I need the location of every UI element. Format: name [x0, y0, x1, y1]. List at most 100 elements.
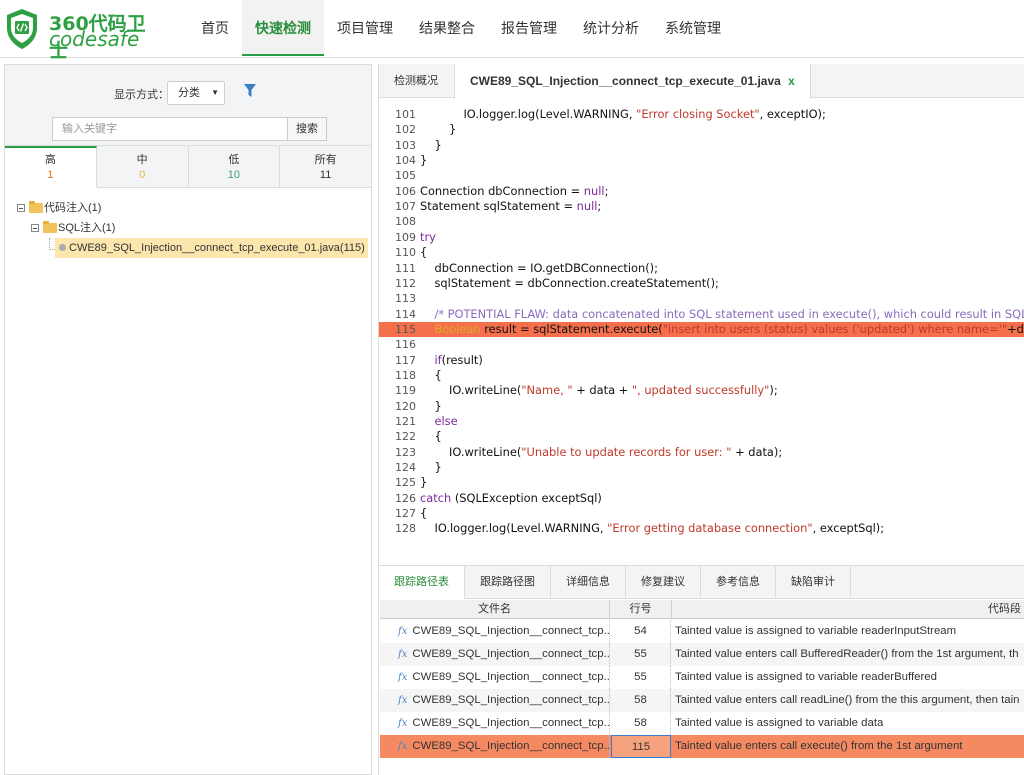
cell-file-text: CWE89_SQL_Injection__connect_tcp... [412, 648, 610, 660]
column-header-line[interactable]: 行号 [610, 600, 672, 619]
cell-file: fx CWE89_SQL_Injection__connect_tcp... [380, 712, 610, 735]
severity-tab-1[interactable]: 中0 [97, 146, 189, 187]
code-line: 104} [379, 153, 1024, 168]
main-nav: 首页 快速检测 项目管理 结果整合 报告管理 统计分析 系统管理 [188, 0, 734, 56]
line-number: 101 [395, 108, 416, 121]
cell-file: fx CWE89_SQL_Injection__connect_tcp... [380, 643, 610, 666]
code-text: } [420, 460, 442, 475]
severity-tab-count: 10 [227, 169, 240, 181]
code-text: { [420, 506, 428, 521]
nav-item-3[interactable]: 结果整合 [406, 0, 488, 56]
line-number: 127 [395, 507, 416, 521]
severity-tab-count: 0 [139, 169, 146, 181]
cell-file: fx CWE89_SQL_Injection__connect_tcp... [380, 689, 610, 712]
code-line: 117 if(result) [379, 353, 1024, 368]
code-text: IO.writeLine("Name, " + data + ", update… [420, 383, 778, 398]
code-text: if(result) [434, 352, 483, 367]
column-header-snippet[interactable]: 代码段 [672, 600, 1024, 619]
line-number: 117 [395, 353, 416, 367]
code-line: 102 } [379, 122, 1024, 137]
detail-tab-2[interactable]: 详细信息 [551, 566, 626, 599]
tab-source-file-label: CWE89_SQL_Injection__connect_tcp_execute… [470, 74, 781, 88]
tab-overview[interactable]: 检测概况 [379, 64, 453, 98]
table-row[interactable]: fx CWE89_SQL_Injection__connect_tcp... 58 T… [380, 689, 1024, 712]
detail-tab-3[interactable]: 修复建议 [626, 566, 701, 599]
display-mode-label: 显示方式： [114, 89, 169, 101]
tab-source-file[interactable]: CWE89_SQL_Injection__connect_tcp_execute… [454, 64, 811, 99]
brand-logo[interactable]: 360代码卫士 codesafe [5, 8, 155, 62]
nav-item-6[interactable]: 系统管理 [652, 0, 734, 56]
detail-tab-4[interactable]: 参考信息 [701, 566, 776, 599]
line-number: 112 [395, 276, 416, 290]
collapse-toggle-icon[interactable] [31, 224, 39, 232]
cell-line: 55 [611, 643, 671, 666]
column-header-file[interactable]: 文件名 [380, 600, 610, 619]
source-viewer-panel: 检测概况 CWE89_SQL_Injection__connect_tcp_ex… [378, 64, 1024, 775]
display-mode-value: 分类 [178, 87, 200, 99]
tree-node-label: 代码注入(1) [44, 202, 102, 214]
code-line: 107 Statement sqlStatement = null; [379, 199, 1024, 214]
function-icon: fx [398, 626, 408, 637]
nav-item-0[interactable]: 首页 [188, 0, 242, 56]
code-text: Boolean result = sqlStatement.execute("i… [434, 321, 1024, 336]
defect-dot-icon [59, 244, 66, 251]
severity-tab-name: 高 [44, 154, 56, 166]
filter-icon[interactable] [244, 84, 256, 98]
code-text: else [434, 414, 458, 428]
severity-tab-3[interactable]: 所有 11 [280, 146, 371, 187]
nav-item-1[interactable]: 快速检测 [242, 0, 324, 56]
search-button[interactable]: 搜索 [287, 117, 327, 141]
tree-leaf-defect[interactable]: CWE89_SQL_Injection__connect_tcp_execute… [5, 238, 371, 258]
function-icon: fx [398, 695, 408, 706]
code-line: 110 { [379, 245, 1024, 260]
line-number: 106 [395, 184, 416, 198]
code-text: { [420, 245, 428, 260]
collapse-toggle-icon[interactable] [17, 204, 25, 212]
code-text: } [420, 137, 442, 152]
table-row[interactable]: fx CWE89_SQL_Injection__connect_tcp... 115… [380, 735, 1024, 758]
shield-logo-icon [7, 9, 37, 49]
tree-node-code-injection[interactable]: 代码注入(1) [5, 198, 371, 218]
code-text: { [420, 429, 442, 444]
line-number: 109 [395, 230, 416, 244]
line-number: 113 [395, 292, 416, 306]
cell-file-text: CWE89_SQL_Injection__connect_tcp... [412, 694, 610, 706]
code-text: } [420, 122, 457, 137]
code-text: /* POTENTIAL FLAW: data concatenated int… [434, 306, 1024, 321]
severity-tab-2[interactable]: 低 10 [189, 146, 281, 187]
selected-defect-item[interactable]: CWE89_SQL_Injection__connect_tcp_execute… [55, 238, 368, 258]
keyword-search-input[interactable]: 输入关键字 [52, 117, 288, 141]
table-row[interactable]: fx CWE89_SQL_Injection__connect_tcp... 54 T… [380, 620, 1024, 643]
code-line: 115 Boolean result = sqlStatement.execut… [379, 321, 1024, 338]
code-text: Connection dbConnection = null; [420, 183, 609, 198]
detail-tab-1[interactable]: 跟踪路径图 [465, 566, 551, 599]
display-mode-select[interactable]: 分类 ▼ [167, 81, 225, 105]
cell-snippet: Tainted value enters call readLine() fro… [675, 694, 1020, 706]
code-line: 109 try [379, 230, 1024, 245]
code-line: 116 [379, 337, 1024, 352]
close-tab-icon[interactable]: x [788, 74, 795, 88]
filter-toolbar: 显示方式： 分类 ▼ 输入关键字 搜索 [5, 65, 371, 146]
nav-item-2[interactable]: 项目管理 [324, 0, 406, 56]
code-line: 123 IO.writeLine("Unable to update recor… [379, 445, 1024, 460]
line-number: 128 [395, 522, 416, 536]
table-row[interactable]: fx CWE89_SQL_Injection__connect_tcp... 58 T… [380, 712, 1024, 735]
table-row[interactable]: fx CWE89_SQL_Injection__connect_tcp... 55 T… [380, 643, 1024, 666]
code-line: 103 } [379, 138, 1024, 153]
nav-item-4[interactable]: 报告管理 [488, 0, 570, 56]
code-line: 101 IO.logger.log(Level.WARNING, "Error … [379, 107, 1024, 122]
detail-tab-5[interactable]: 缺陷审计 [776, 566, 851, 599]
code-text: { [420, 367, 442, 382]
severity-tab-name: 低 [228, 154, 240, 166]
nav-item-5[interactable]: 统计分析 [570, 0, 652, 56]
detail-tab-0[interactable]: 跟踪路径表 [379, 566, 465, 599]
line-number: 107 [395, 200, 416, 214]
code-text: IO.logger.log(Level.WARNING, "Error gett… [420, 521, 885, 536]
tree-leaf-label: CWE89_SQL_Injection__connect_tcp_execute… [69, 242, 365, 254]
cell-file: fx CWE89_SQL_Injection__connect_tcp... [380, 620, 610, 643]
severity-tab-0[interactable]: 高1 [5, 146, 97, 188]
defect-tree-panel: 显示方式： 分类 ▼ 输入关键字 搜索 高 1 中 0 低 10 所有 11 代码注入(1) … [4, 64, 372, 775]
cell-snippet: Tainted value enters call execute() from… [675, 740, 963, 752]
table-row[interactable]: fx CWE89_SQL_Injection__connect_tcp... 55 T… [380, 666, 1024, 689]
tree-node-sql-injection[interactable]: SQL注入(1) [5, 218, 371, 238]
